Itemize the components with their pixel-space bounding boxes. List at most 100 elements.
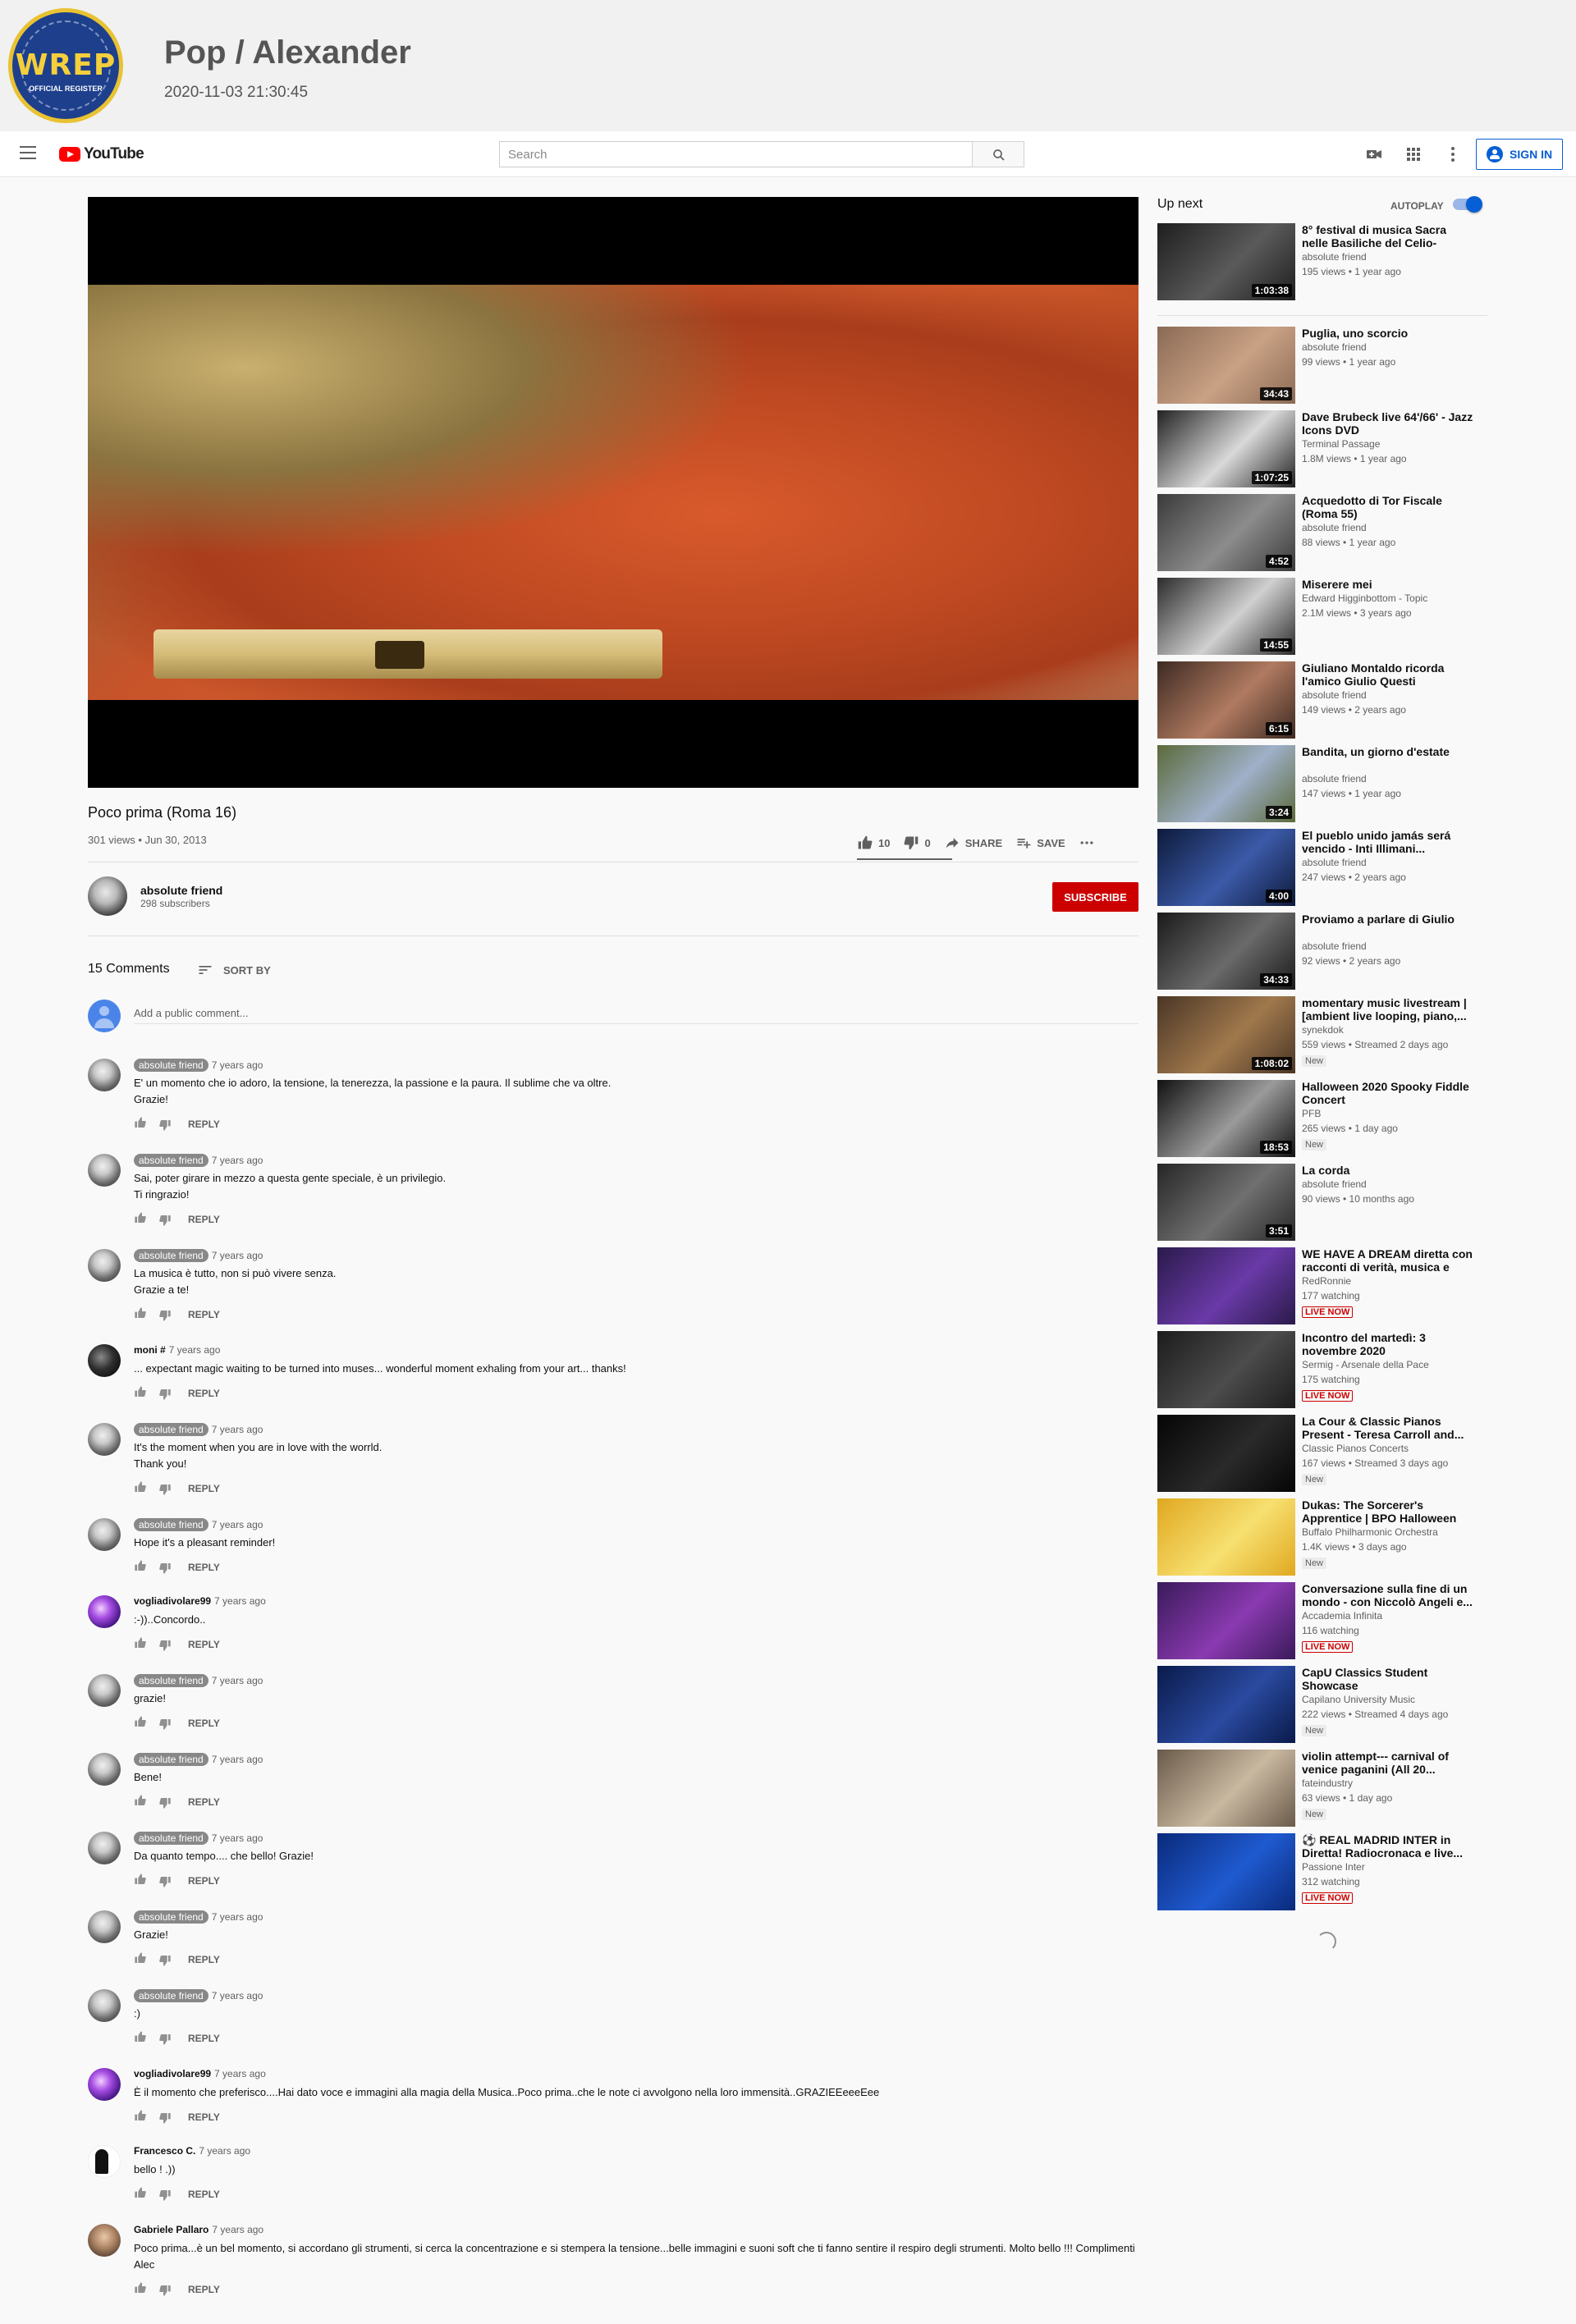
create-video-icon[interactable]	[1364, 144, 1384, 164]
video-thumbnail[interactable]: 34:43	[1157, 327, 1295, 404]
recommended-video[interactable]: violin attempt--- carnival of venice pag…	[1157, 1750, 1486, 1827]
like-button[interactable]: 10	[857, 835, 890, 851]
video-title-link[interactable]: CapU Classics Student Showcase	[1302, 1666, 1474, 1692]
more-vert-icon[interactable]	[1443, 144, 1463, 164]
comment-avatar[interactable]	[88, 1059, 121, 1091]
video-channel[interactable]: RedRonnie	[1302, 1275, 1351, 1287]
video-channel[interactable]: Capilano University Music	[1302, 1694, 1415, 1705]
recommended-video[interactable]: 1:08:02 momentary music livestream | [amb…	[1157, 996, 1486, 1073]
video-channel[interactable]: absolute friend	[1302, 689, 1367, 701]
video-channel[interactable]: absolute friend	[1302, 857, 1367, 868]
comment-reply-button[interactable]: REPLY	[188, 2284, 220, 2295]
video-thumbnail[interactable]	[1157, 1833, 1295, 1910]
search-button[interactable]	[972, 141, 1024, 167]
comment-reply-button[interactable]: REPLY	[188, 2189, 220, 2200]
video-title-link[interactable]: Proviamo a parlare di Giulio	[1302, 913, 1474, 926]
comment-like-icon[interactable]	[134, 1211, 147, 1227]
comment-reply-button[interactable]: REPLY	[188, 1954, 220, 1965]
recommended-video[interactable]: WE HAVE A DREAM diretta con racconti di …	[1157, 1247, 1486, 1324]
youtube-logo[interactable]: YouTube	[59, 144, 144, 164]
comment-avatar[interactable]	[88, 1518, 121, 1551]
comment-avatar[interactable]	[88, 1674, 121, 1707]
video-thumbnail[interactable]: 34:33	[1157, 913, 1295, 990]
comment-like-icon[interactable]	[134, 1715, 147, 1731]
video-title-link[interactable]: La corda	[1302, 1164, 1474, 1177]
comment-avatar[interactable]	[88, 1910, 121, 1943]
comment-like-icon[interactable]	[134, 1559, 147, 1575]
video-channel[interactable]: Terminal Passage	[1302, 438, 1380, 450]
comment-like-icon[interactable]	[134, 1636, 147, 1652]
video-channel[interactable]: Buffalo Philharmonic Orchestra	[1302, 1526, 1438, 1538]
video-thumbnail[interactable]	[1157, 1498, 1295, 1576]
video-title-link[interactable]: momentary music livestream | [ambient li…	[1302, 996, 1474, 1022]
video-channel[interactable]: absolute friend	[1302, 251, 1367, 263]
save-button[interactable]: SAVE	[1015, 835, 1065, 851]
video-title-link[interactable]: Dukas: The Sorcerer's Apprentice | BPO H…	[1302, 1498, 1474, 1525]
comment-author-badge[interactable]: absolute friend	[134, 1832, 208, 1845]
video-thumbnail[interactable]	[1157, 1582, 1295, 1659]
add-comment-input[interactable]	[134, 1003, 1138, 1024]
recommended-video[interactable]: Conversazione sulla fine di un mondo - c…	[1157, 1582, 1486, 1659]
comment-author-badge[interactable]: absolute friend	[134, 1910, 208, 1924]
video-channel[interactable]: fateindustry	[1302, 1777, 1353, 1789]
recommended-video[interactable]: ⚽ REAL MADRID INTER in Diretta! Radiocro…	[1157, 1833, 1486, 1910]
recommended-video[interactable]: 1:07:25 Dave Brubeck live 64'/66' - Jazz …	[1157, 410, 1486, 487]
comment-like-icon[interactable]	[134, 2281, 147, 2297]
more-actions-button[interactable]	[1079, 835, 1095, 851]
comment-dislike-icon[interactable]	[158, 1715, 172, 1731]
video-title-link[interactable]: ⚽ REAL MADRID INTER in Diretta! Radiocro…	[1302, 1833, 1474, 1860]
recommended-video[interactable]: 3:51 La corda absolute friend 90 views • 10…	[1157, 1164, 1486, 1241]
video-title-link[interactable]: violin attempt--- carnival of venice pag…	[1302, 1750, 1474, 1776]
video-title-link[interactable]: Miserere mei	[1302, 578, 1474, 591]
video-title-link[interactable]: Incontro del martedì: 3 novembre 2020	[1302, 1331, 1474, 1357]
channel-name[interactable]: absolute friend	[140, 884, 222, 897]
comment-author-badge[interactable]: absolute friend	[134, 1674, 208, 1687]
comment-like-icon[interactable]	[134, 1794, 147, 1809]
comment-author[interactable]: Gabriele Pallaro	[134, 2224, 208, 2235]
comment-author[interactable]: vogliadivolare99	[134, 1595, 211, 1607]
comment-reply-button[interactable]: REPLY	[188, 1639, 220, 1650]
comment-author[interactable]: vogliadivolare99	[134, 2068, 211, 2079]
video-thumbnail[interactable]	[1157, 1331, 1295, 1408]
apps-icon[interactable]	[1404, 144, 1423, 164]
video-channel[interactable]: Sermig - Arsenale della Pace	[1302, 1359, 1429, 1370]
comment-reply-button[interactable]: REPLY	[188, 1875, 220, 1887]
comment-avatar[interactable]	[88, 1753, 121, 1786]
comment-dislike-icon[interactable]	[158, 1116, 172, 1132]
comment-dislike-icon[interactable]	[158, 2030, 172, 2046]
video-thumbnail[interactable]: 18:53	[1157, 1080, 1295, 1157]
recommended-video[interactable]: 18:53 Halloween 2020 Spooky Fiddle Concer…	[1157, 1080, 1486, 1157]
recommended-video[interactable]: La Cour & Classic Pianos Present - Teres…	[1157, 1415, 1486, 1492]
video-title-link[interactable]: Acquedotto di Tor Fiscale (Roma 55)	[1302, 494, 1474, 520]
video-title-link[interactable]: La Cour & Classic Pianos Present - Teres…	[1302, 1415, 1474, 1441]
video-channel[interactable]: Passione Inter	[1302, 1861, 1365, 1873]
comment-dislike-icon[interactable]	[158, 1480, 172, 1496]
comment-avatar[interactable]	[88, 1832, 121, 1864]
comment-dislike-icon[interactable]	[158, 1559, 172, 1575]
video-player[interactable]	[88, 197, 1138, 788]
recommended-video[interactable]: 34:33 Proviamo a parlare di Giulio absolut…	[1157, 913, 1486, 990]
video-channel[interactable]: PFB	[1302, 1108, 1321, 1119]
comment-avatar[interactable]	[88, 1344, 121, 1377]
comment-avatar[interactable]	[88, 1423, 121, 1456]
comment-like-icon[interactable]	[134, 1873, 147, 1888]
comment-dislike-icon[interactable]	[158, 1951, 172, 1967]
video-title-link[interactable]: Dave Brubeck live 64'/66' - Jazz Icons D…	[1302, 410, 1474, 437]
recommended-video[interactable]: CapU Classics Student Showcase Capilano U…	[1157, 1666, 1486, 1743]
video-title-link[interactable]: 8° festival di musica Sacra nelle Basili…	[1302, 223, 1474, 249]
comment-reply-button[interactable]: REPLY	[188, 1483, 220, 1494]
recommended-video[interactable]: 1:03:38 8° festival di musica Sacra nelle…	[1157, 223, 1486, 300]
video-thumbnail[interactable]: 4:00	[1157, 829, 1295, 906]
comment-dislike-icon[interactable]	[158, 1385, 172, 1401]
video-channel[interactable]: synekdok	[1302, 1024, 1344, 1036]
video-channel[interactable]: absolute friend	[1302, 341, 1367, 353]
recommended-video[interactable]: 34:43 Puglia, uno scorcio absolute friend 9…	[1157, 327, 1486, 404]
video-channel[interactable]: absolute friend	[1302, 1178, 1367, 1190]
comment-reply-button[interactable]: REPLY	[188, 1796, 220, 1808]
comment-avatar[interactable]	[88, 2224, 121, 2257]
comment-dislike-icon[interactable]	[158, 2186, 172, 2202]
comment-reply-button[interactable]: REPLY	[188, 1562, 220, 1573]
comment-author-badge[interactable]: absolute friend	[134, 1989, 208, 2002]
comment-dislike-icon[interactable]	[158, 2281, 172, 2297]
recommended-video[interactable]: 14:55 Miserere mei Edward Higginbottom - T…	[1157, 578, 1486, 655]
